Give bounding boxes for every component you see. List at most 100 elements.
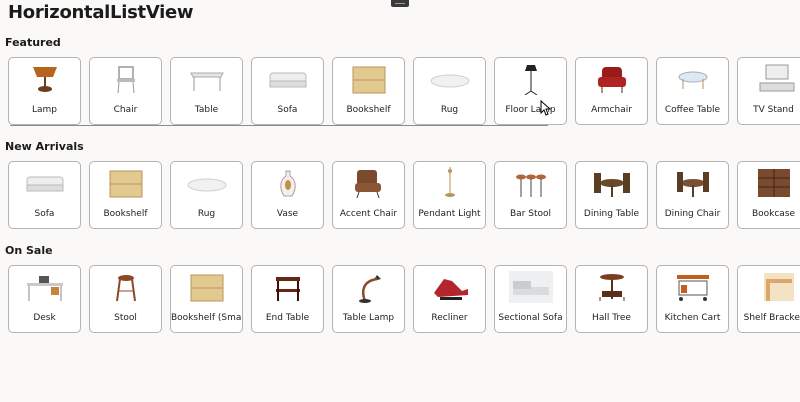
section-title-new-arrivals: New Arrivals [5, 140, 84, 153]
product-card[interactable]: Bookshelf [89, 161, 162, 229]
bookcase-icon [757, 169, 790, 197]
product-card[interactable]: TV Stand [737, 57, 800, 125]
product-card[interactable]: Shelf Bracket [737, 265, 800, 333]
product-card[interactable]: Bookshelf [332, 57, 405, 125]
product-card[interactable]: Chair [89, 57, 162, 125]
product-label: Coffee Table [664, 105, 721, 115]
product-label: Vase [276, 209, 299, 219]
vase-icon [279, 170, 296, 197]
product-card[interactable]: Rug [170, 161, 243, 229]
product-card[interactable]: Lamp [8, 57, 81, 125]
product-label: End Table [265, 313, 310, 323]
product-label: Bookcase [751, 209, 796, 219]
chair-icon [116, 66, 135, 94]
product-label: Pendant Light [418, 209, 481, 219]
product-label: Accent Chair [339, 209, 398, 219]
product-label: Chair [113, 105, 138, 115]
desk-icon [26, 276, 63, 301]
on-sale-list[interactable]: Desk Stool Bookshelf (Sma… End Table Table L… [8, 265, 800, 335]
stool-icon [115, 275, 136, 302]
product-card[interactable]: Dining Table [575, 161, 648, 229]
product-label: Lamp [31, 105, 57, 115]
product-label: Table Lamp [342, 313, 395, 323]
hall-tree-icon [599, 274, 624, 301]
product-label: Stool [114, 313, 137, 323]
bookshelf-icon [190, 274, 223, 302]
lamp-icon [32, 67, 57, 92]
product-label: Recliner [431, 313, 468, 323]
section-title-featured: Featured [5, 36, 61, 49]
product-label: Hall Tree [592, 313, 631, 323]
product-card[interactable]: Sofa [251, 57, 324, 125]
section-title-on-sale: On Sale [5, 244, 53, 257]
product-card[interactable]: Coffee Table [656, 57, 729, 125]
armchair-icon [597, 67, 626, 93]
product-label: TV Stand [753, 105, 794, 115]
product-card[interactable]: Accent Chair [332, 161, 405, 229]
kitchen-cart-icon [676, 275, 709, 301]
product-card[interactable]: Floor Lamp [494, 57, 567, 125]
product-label: Bookshelf (Sma… [171, 313, 242, 323]
coffee-table-icon [678, 71, 707, 89]
mouse-cursor-icon [540, 100, 552, 116]
pendant-light-icon [444, 167, 455, 197]
sofa-icon [269, 72, 306, 88]
accent-chair-icon [354, 170, 381, 199]
window-drag-handle[interactable] [391, 0, 409, 7]
product-label: Bookshelf [346, 105, 391, 115]
end-table-icon [275, 277, 300, 301]
product-label: Desk [33, 313, 56, 323]
product-label: Rug [440, 105, 459, 115]
dining-chair-icon [676, 172, 709, 197]
product-card[interactable]: Dining Chair [656, 161, 729, 229]
product-label: Table [194, 105, 219, 115]
product-label: Rug [197, 209, 216, 219]
product-label: Dining Table [583, 209, 640, 219]
product-card[interactable]: Desk [8, 265, 81, 333]
rug-icon [430, 74, 469, 88]
shelf-bracket-icon [763, 273, 794, 301]
product-card[interactable]: Bookcase [737, 161, 800, 229]
bar-stool-icon [515, 174, 546, 197]
product-card[interactable]: Pendant Light [413, 161, 486, 229]
product-label: Shelf Bracket [743, 313, 800, 323]
product-label: Armchair [591, 105, 632, 115]
sectional-sofa-icon [508, 271, 553, 303]
product-label: Dining Chair [664, 209, 721, 219]
bookshelf-icon [352, 66, 385, 94]
product-card[interactable]: Stool [89, 265, 162, 333]
floor-lamp-icon [524, 65, 537, 95]
product-label: Bookshelf [103, 209, 148, 219]
product-card[interactable]: Recliner [413, 265, 486, 333]
product-label: Bar Stool [509, 209, 551, 219]
rug-icon [187, 178, 226, 192]
product-card[interactable]: Armchair [575, 57, 648, 125]
table-icon [189, 72, 224, 91]
recliner-icon [433, 279, 468, 300]
product-card[interactable]: Table Lamp [332, 265, 405, 333]
product-card[interactable]: Table [170, 57, 243, 125]
bookshelf-icon [109, 170, 142, 198]
product-card[interactable]: End Table [251, 265, 324, 333]
product-label: Sectional Sofa [498, 313, 563, 323]
product-label: Sofa [277, 105, 298, 115]
product-card[interactable]: Bookshelf (Sma… [170, 265, 243, 333]
product-card[interactable]: Rug [413, 57, 486, 125]
new-arrivals-list[interactable]: Sofa Bookshelf Rug Vase Accent Chair Pendant … [8, 161, 800, 231]
product-card[interactable]: Bar Stool [494, 161, 567, 229]
product-card[interactable]: Hall Tree [575, 265, 648, 333]
page-title: HorizontalListView [8, 2, 194, 23]
product-card[interactable]: Kitchen Cart [656, 265, 729, 333]
sofa-icon [26, 176, 63, 192]
featured-list[interactable]: Lamp Chair Table Sofa Bookshelf Rug Floor Lamp… [8, 57, 800, 127]
product-label: Floor Lamp [505, 105, 556, 115]
table-lamp-icon [358, 275, 381, 303]
dining-table-icon [593, 173, 630, 197]
product-label: Sofa [34, 209, 55, 219]
product-card[interactable]: Sofa [8, 161, 81, 229]
product-card[interactable]: Sectional Sofa [494, 265, 567, 333]
featured-scrollbar[interactable] [10, 125, 548, 126]
tv-stand-icon [759, 64, 794, 92]
product-label: Kitchen Cart [664, 313, 721, 323]
product-card[interactable]: Vase [251, 161, 324, 229]
